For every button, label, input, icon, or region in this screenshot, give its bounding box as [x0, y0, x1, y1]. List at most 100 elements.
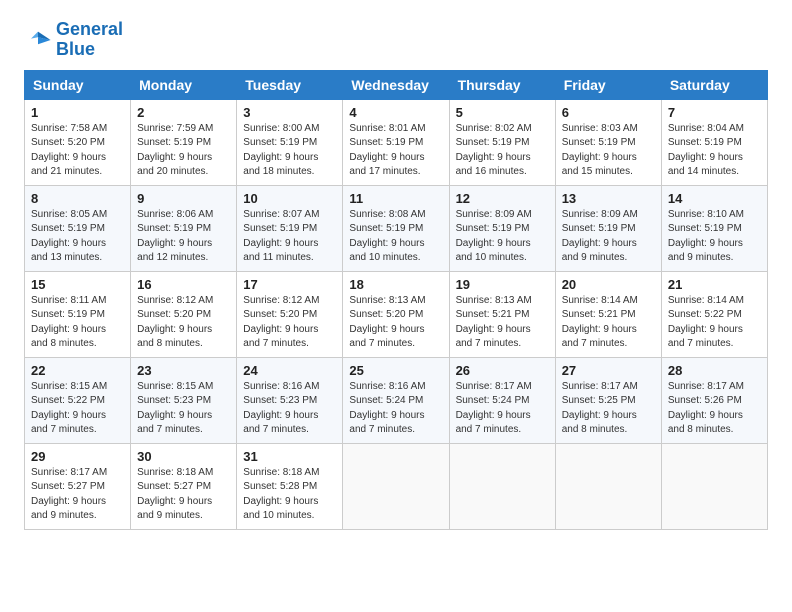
calendar-week-row: 1 Sunrise: 7:58 AMSunset: 5:20 PMDayligh… [25, 99, 768, 185]
calendar-cell: 15 Sunrise: 8:11 AMSunset: 5:19 PMDaylig… [25, 271, 131, 357]
day-number: 6 [562, 105, 655, 120]
calendar-cell: 22 Sunrise: 8:15 AMSunset: 5:22 PMDaylig… [25, 357, 131, 443]
day-info: Sunrise: 8:12 AMSunset: 5:20 PMDaylight:… [243, 295, 319, 350]
day-info: Sunrise: 7:59 AMSunset: 5:19 PMDaylight:… [137, 123, 213, 178]
calendar-cell: 24 Sunrise: 8:16 AMSunset: 5:23 PMDaylig… [237, 357, 343, 443]
weekday-header-thursday: Thursday [449, 70, 555, 99]
weekday-header-saturday: Saturday [661, 70, 767, 99]
day-info: Sunrise: 8:18 AMSunset: 5:28 PMDaylight:… [243, 467, 319, 522]
page-header: General Blue [24, 20, 768, 60]
calendar-cell: 25 Sunrise: 8:16 AMSunset: 5:24 PMDaylig… [343, 357, 449, 443]
day-info: Sunrise: 8:15 AMSunset: 5:22 PMDaylight:… [31, 381, 107, 436]
calendar-cell: 6 Sunrise: 8:03 AMSunset: 5:19 PMDayligh… [555, 99, 661, 185]
day-info: Sunrise: 8:17 AMSunset: 5:25 PMDaylight:… [562, 381, 638, 436]
day-info: Sunrise: 8:10 AMSunset: 5:19 PMDaylight:… [668, 209, 744, 264]
calendar-cell [343, 443, 449, 529]
day-info: Sunrise: 8:05 AMSunset: 5:19 PMDaylight:… [31, 209, 107, 264]
calendar-cell: 4 Sunrise: 8:01 AMSunset: 5:19 PMDayligh… [343, 99, 449, 185]
calendar-cell: 27 Sunrise: 8:17 AMSunset: 5:25 PMDaylig… [555, 357, 661, 443]
day-info: Sunrise: 8:00 AMSunset: 5:19 PMDaylight:… [243, 123, 319, 178]
logo: General Blue [24, 20, 123, 60]
calendar-cell: 19 Sunrise: 8:13 AMSunset: 5:21 PMDaylig… [449, 271, 555, 357]
calendar-cell: 2 Sunrise: 7:59 AMSunset: 5:19 PMDayligh… [131, 99, 237, 185]
day-number: 25 [349, 363, 442, 378]
day-number: 28 [668, 363, 761, 378]
day-info: Sunrise: 8:15 AMSunset: 5:23 PMDaylight:… [137, 381, 213, 436]
day-info: Sunrise: 8:14 AMSunset: 5:22 PMDaylight:… [668, 295, 744, 350]
day-info: Sunrise: 8:03 AMSunset: 5:19 PMDaylight:… [562, 123, 638, 178]
calendar-table: SundayMondayTuesdayWednesdayThursdayFrid… [24, 70, 768, 530]
day-number: 4 [349, 105, 442, 120]
weekday-header-tuesday: Tuesday [237, 70, 343, 99]
logo-bird-icon [24, 26, 52, 54]
day-number: 20 [562, 277, 655, 292]
calendar-cell: 30 Sunrise: 8:18 AMSunset: 5:27 PMDaylig… [131, 443, 237, 529]
day-info: Sunrise: 8:17 AMSunset: 5:27 PMDaylight:… [31, 467, 107, 522]
calendar-cell: 16 Sunrise: 8:12 AMSunset: 5:20 PMDaylig… [131, 271, 237, 357]
calendar-cell [555, 443, 661, 529]
calendar-cell: 11 Sunrise: 8:08 AMSunset: 5:19 PMDaylig… [343, 185, 449, 271]
calendar-cell: 12 Sunrise: 8:09 AMSunset: 5:19 PMDaylig… [449, 185, 555, 271]
day-number: 23 [137, 363, 230, 378]
day-info: Sunrise: 8:16 AMSunset: 5:24 PMDaylight:… [349, 381, 425, 436]
day-info: Sunrise: 8:18 AMSunset: 5:27 PMDaylight:… [137, 467, 213, 522]
day-info: Sunrise: 8:17 AMSunset: 5:24 PMDaylight:… [456, 381, 532, 436]
calendar-week-row: 8 Sunrise: 8:05 AMSunset: 5:19 PMDayligh… [25, 185, 768, 271]
day-number: 17 [243, 277, 336, 292]
day-number: 18 [349, 277, 442, 292]
day-info: Sunrise: 8:17 AMSunset: 5:26 PMDaylight:… [668, 381, 744, 436]
day-info: Sunrise: 8:08 AMSunset: 5:19 PMDaylight:… [349, 209, 425, 264]
day-number: 19 [456, 277, 549, 292]
calendar-cell: 5 Sunrise: 8:02 AMSunset: 5:19 PMDayligh… [449, 99, 555, 185]
calendar-cell: 9 Sunrise: 8:06 AMSunset: 5:19 PMDayligh… [131, 185, 237, 271]
day-number: 5 [456, 105, 549, 120]
logo-text: General Blue [56, 20, 123, 60]
day-number: 21 [668, 277, 761, 292]
calendar-body: 1 Sunrise: 7:58 AMSunset: 5:20 PMDayligh… [25, 99, 768, 529]
calendar-week-row: 22 Sunrise: 8:15 AMSunset: 5:22 PMDaylig… [25, 357, 768, 443]
calendar-cell: 20 Sunrise: 8:14 AMSunset: 5:21 PMDaylig… [555, 271, 661, 357]
calendar-cell: 28 Sunrise: 8:17 AMSunset: 5:26 PMDaylig… [661, 357, 767, 443]
calendar-cell [449, 443, 555, 529]
day-number: 1 [31, 105, 124, 120]
day-number: 9 [137, 191, 230, 206]
day-number: 7 [668, 105, 761, 120]
day-number: 30 [137, 449, 230, 464]
calendar-cell: 1 Sunrise: 7:58 AMSunset: 5:20 PMDayligh… [25, 99, 131, 185]
weekday-header-row: SundayMondayTuesdayWednesdayThursdayFrid… [25, 70, 768, 99]
day-info: Sunrise: 8:02 AMSunset: 5:19 PMDaylight:… [456, 123, 532, 178]
day-number: 13 [562, 191, 655, 206]
day-info: Sunrise: 8:09 AMSunset: 5:19 PMDaylight:… [562, 209, 638, 264]
calendar-cell: 26 Sunrise: 8:17 AMSunset: 5:24 PMDaylig… [449, 357, 555, 443]
calendar-week-row: 29 Sunrise: 8:17 AMSunset: 5:27 PMDaylig… [25, 443, 768, 529]
day-number: 8 [31, 191, 124, 206]
calendar-cell: 23 Sunrise: 8:15 AMSunset: 5:23 PMDaylig… [131, 357, 237, 443]
day-number: 10 [243, 191, 336, 206]
weekday-header-wednesday: Wednesday [343, 70, 449, 99]
calendar-cell: 10 Sunrise: 8:07 AMSunset: 5:19 PMDaylig… [237, 185, 343, 271]
day-number: 22 [31, 363, 124, 378]
day-info: Sunrise: 8:04 AMSunset: 5:19 PMDaylight:… [668, 123, 744, 178]
day-number: 26 [456, 363, 549, 378]
day-info: Sunrise: 8:09 AMSunset: 5:19 PMDaylight:… [456, 209, 532, 264]
calendar-cell: 13 Sunrise: 8:09 AMSunset: 5:19 PMDaylig… [555, 185, 661, 271]
day-number: 29 [31, 449, 124, 464]
calendar-cell: 31 Sunrise: 8:18 AMSunset: 5:28 PMDaylig… [237, 443, 343, 529]
calendar-cell: 18 Sunrise: 8:13 AMSunset: 5:20 PMDaylig… [343, 271, 449, 357]
calendar-cell: 14 Sunrise: 8:10 AMSunset: 5:19 PMDaylig… [661, 185, 767, 271]
day-info: Sunrise: 8:16 AMSunset: 5:23 PMDaylight:… [243, 381, 319, 436]
day-number: 14 [668, 191, 761, 206]
day-number: 31 [243, 449, 336, 464]
calendar-cell: 17 Sunrise: 8:12 AMSunset: 5:20 PMDaylig… [237, 271, 343, 357]
calendar-cell: 21 Sunrise: 8:14 AMSunset: 5:22 PMDaylig… [661, 271, 767, 357]
day-info: Sunrise: 8:07 AMSunset: 5:19 PMDaylight:… [243, 209, 319, 264]
day-info: Sunrise: 8:14 AMSunset: 5:21 PMDaylight:… [562, 295, 638, 350]
weekday-header-sunday: Sunday [25, 70, 131, 99]
day-info: Sunrise: 8:13 AMSunset: 5:20 PMDaylight:… [349, 295, 425, 350]
calendar-cell: 29 Sunrise: 8:17 AMSunset: 5:27 PMDaylig… [25, 443, 131, 529]
calendar-cell: 7 Sunrise: 8:04 AMSunset: 5:19 PMDayligh… [661, 99, 767, 185]
day-number: 15 [31, 277, 124, 292]
day-number: 3 [243, 105, 336, 120]
calendar-cell: 3 Sunrise: 8:00 AMSunset: 5:19 PMDayligh… [237, 99, 343, 185]
day-info: Sunrise: 8:01 AMSunset: 5:19 PMDaylight:… [349, 123, 425, 178]
